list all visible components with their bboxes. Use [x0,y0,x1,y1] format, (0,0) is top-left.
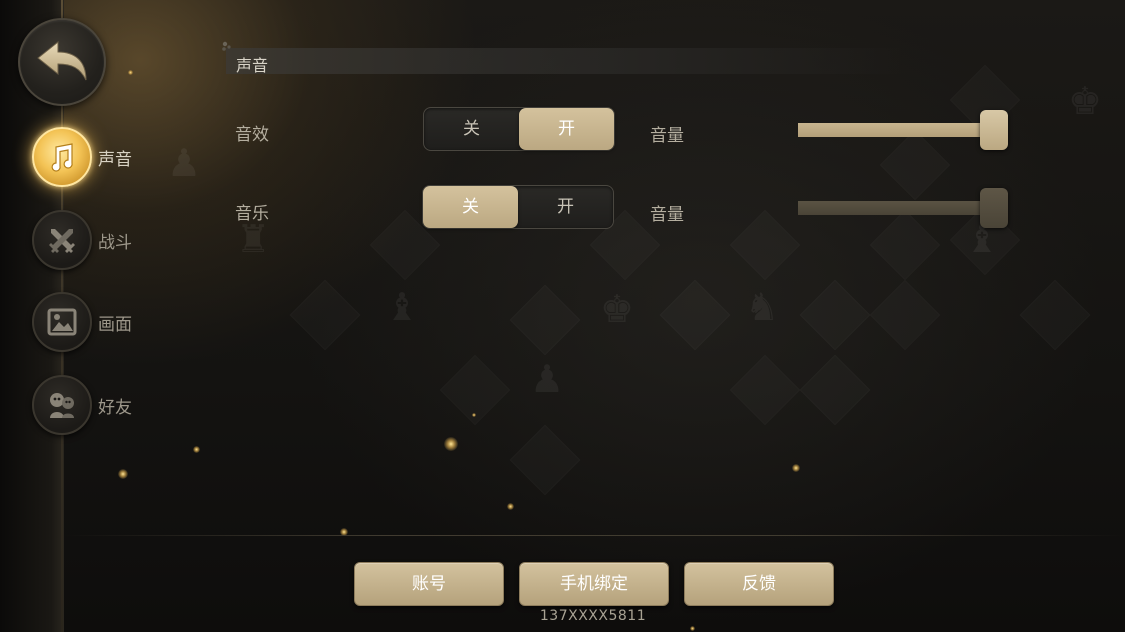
section-header: 声音 [222,41,906,75]
settings-screen: ♚ ♚ ♞ ♝ ♟ ♟ ♜ ♝ 声音 战斗 画面 好友 声音 音效 关 开 音量… [0,0,1125,632]
slider-handle[interactable] [980,110,1008,150]
friends-icon [32,375,92,435]
slider-handle[interactable] [980,188,1008,228]
music-toggle[interactable]: 关 开 [422,185,614,229]
sound-effects-volume-label: 音量 [650,126,684,146]
sound-effects-toggle[interactable]: 关 开 [423,107,615,151]
music-on-option[interactable]: 开 [518,186,613,228]
music-label: 音乐 [235,204,269,224]
back-arrow-icon [37,40,87,81]
music-note-icon [32,127,92,187]
music-volume-label: 音量 [650,205,684,225]
footer-divider [64,535,1125,536]
back-button[interactable] [18,18,106,106]
section-title: 声音 [236,56,269,75]
phone-number: 137XXXX5811 [539,608,647,624]
picture-icon [32,292,92,352]
slider-fill [798,201,998,215]
sidebar-item-friends[interactable]: 好友 [32,375,172,435]
sidebar-item-label: 声音 [98,150,132,170]
account-button[interactable]: 账号 [354,562,504,606]
sidebar-item-battle[interactable]: 战斗 [32,210,172,270]
bind-phone-button[interactable]: 手机绑定 [519,562,669,606]
sound-effects-label: 音效 [235,125,269,145]
crossed-swords-icon [32,210,92,270]
sound-effects-volume-slider[interactable] [798,110,1008,150]
slider-fill [798,123,998,137]
sidebar-item-label: 战斗 [98,233,132,253]
sidebar-item-label: 画面 [98,315,132,335]
sound-effects-off-option[interactable]: 关 [424,108,519,150]
sound-effects-on-option[interactable]: 开 [519,108,614,150]
music-volume-slider[interactable] [798,188,1008,228]
music-off-option[interactable]: 关 [423,186,518,228]
dots-icon [222,41,231,51]
sidebar-item-sound[interactable]: 声音 [32,127,172,187]
sidebar-item-display[interactable]: 画面 [32,292,172,352]
sidebar-item-label: 好友 [98,398,132,418]
feedback-button[interactable]: 反馈 [684,562,834,606]
